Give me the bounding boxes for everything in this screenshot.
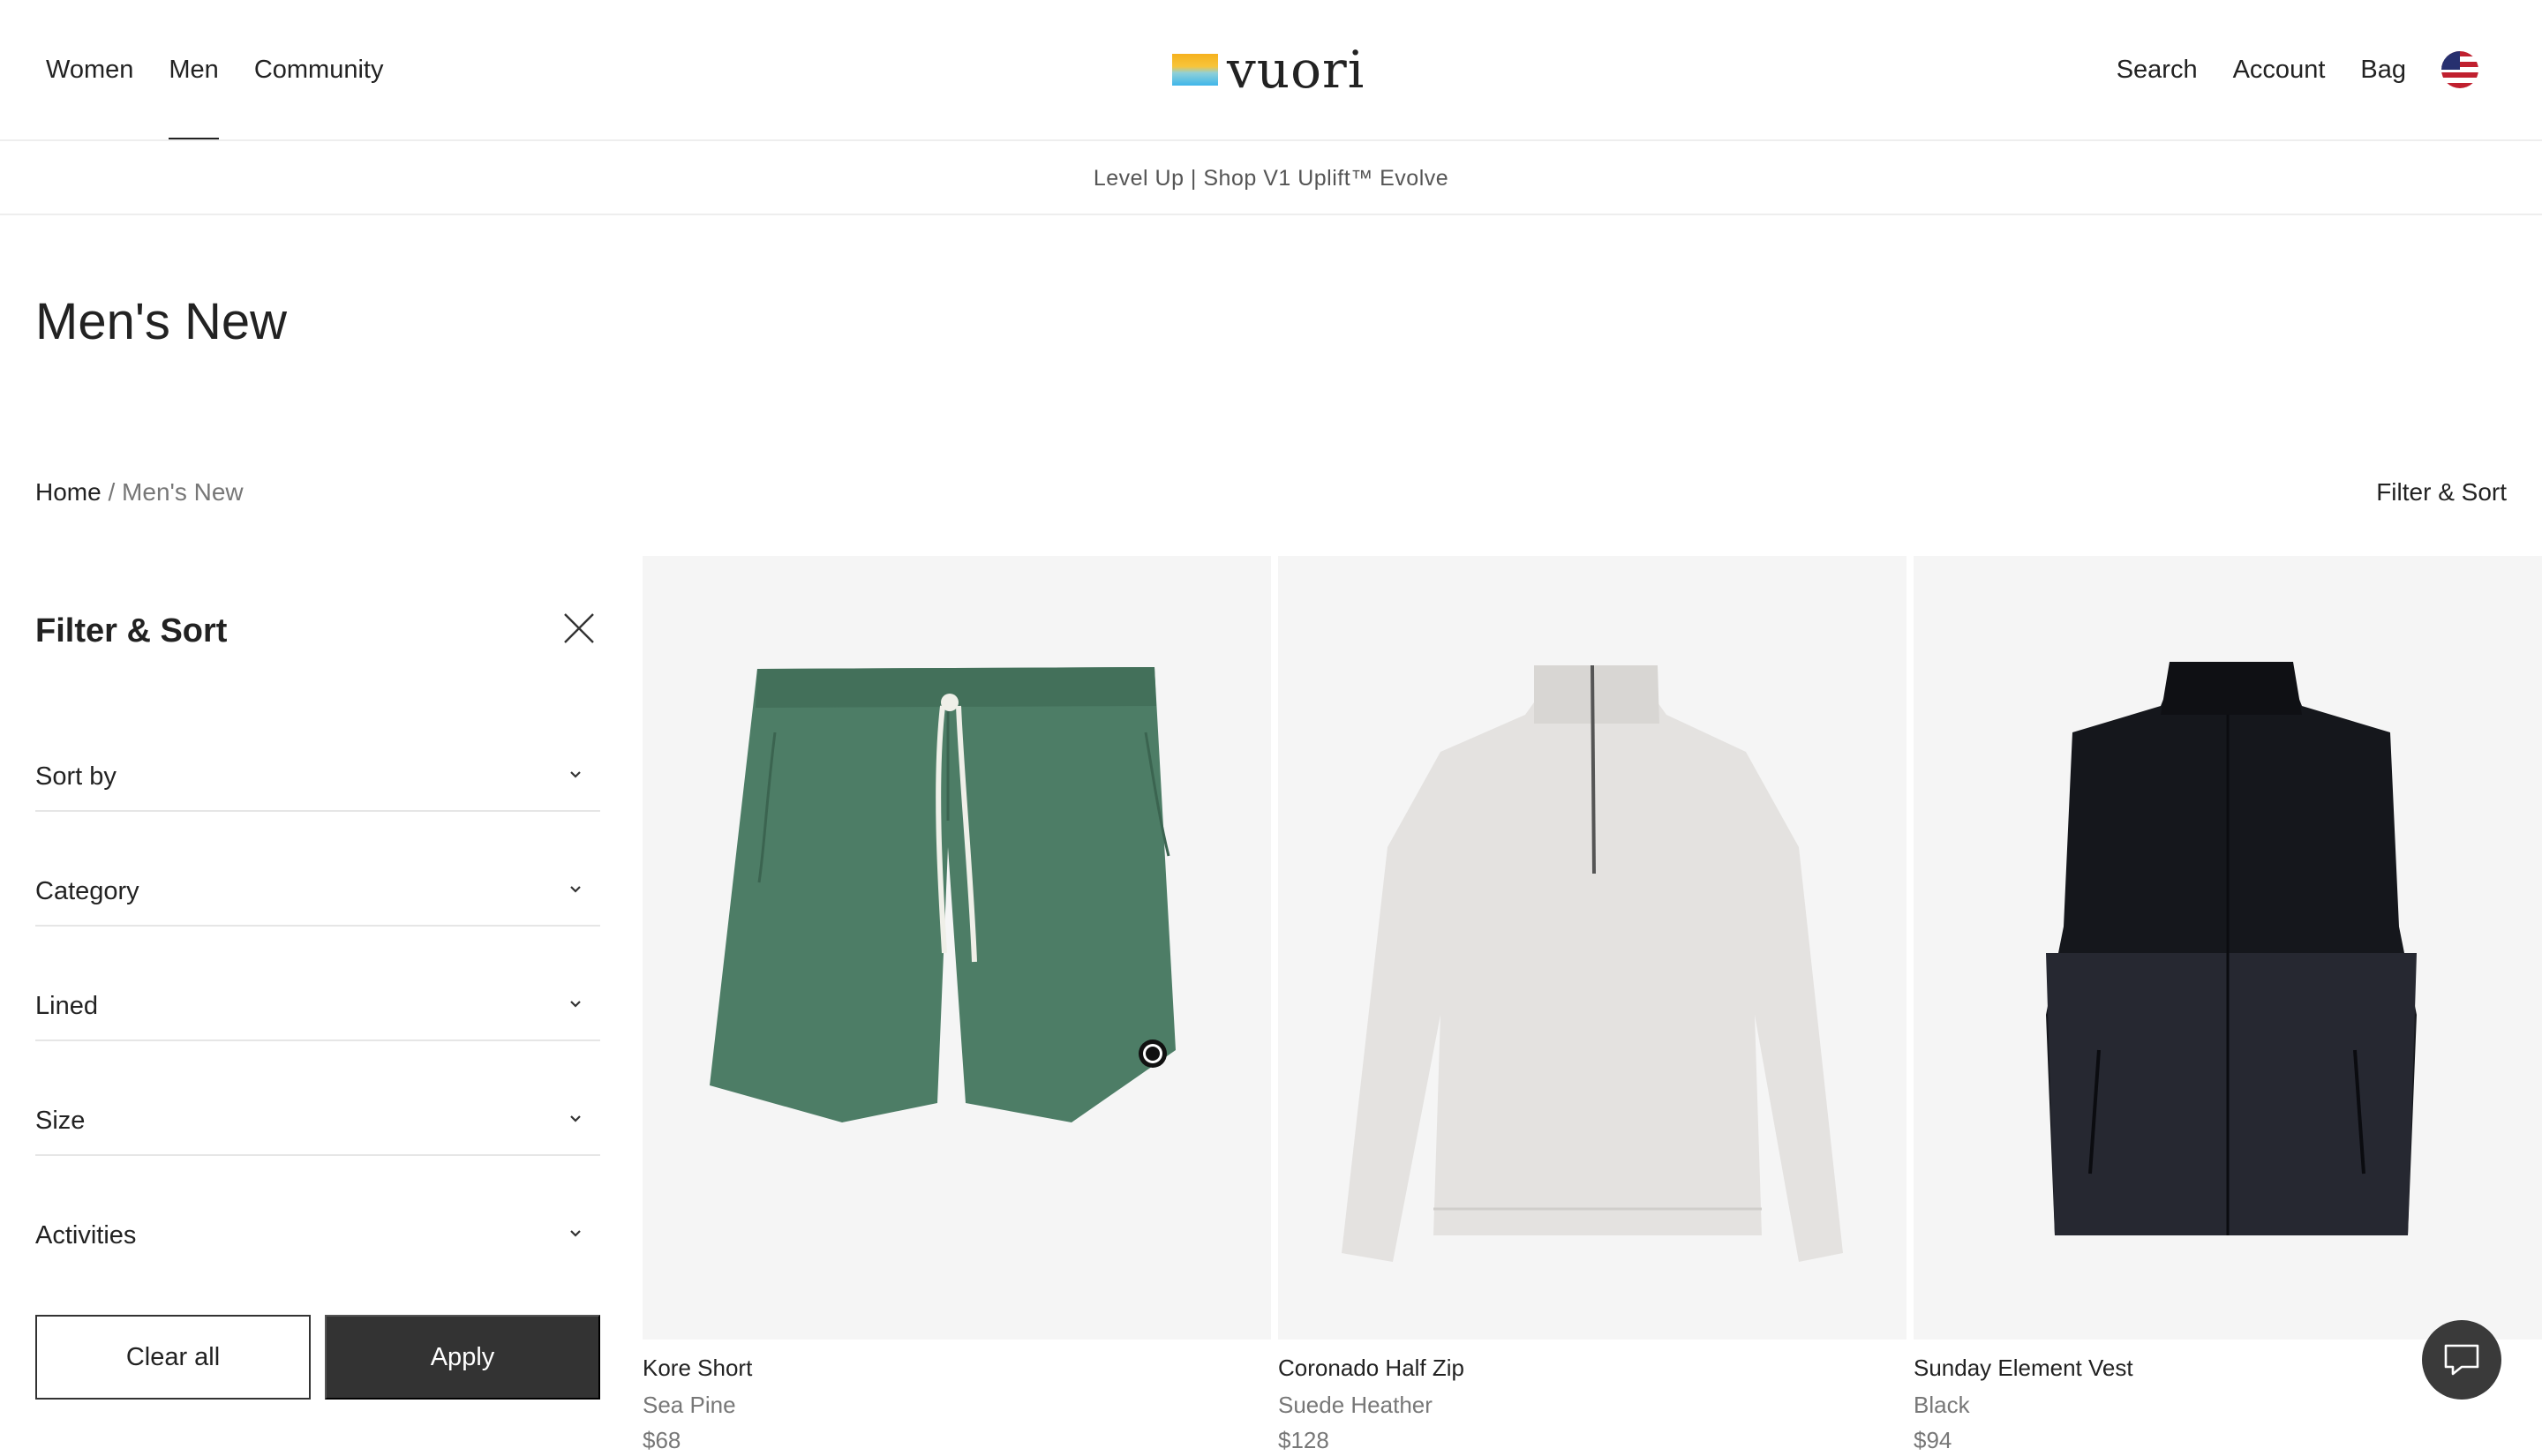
brand-logo[interactable]: vuori xyxy=(1172,44,1365,95)
page-title: Men's New xyxy=(35,293,288,350)
primary-nav: Women Men Community xyxy=(46,51,384,139)
promo-text[interactable]: Level Up | Shop V1 Uplift™ Evolve xyxy=(1094,166,1448,191)
shorts-illustration xyxy=(710,667,1176,1122)
close-icon[interactable] xyxy=(561,611,597,646)
bag-link[interactable]: Bag xyxy=(2360,51,2406,88)
chat-button[interactable] xyxy=(2422,1320,2501,1400)
product-price: $94 xyxy=(1914,1427,1952,1453)
chat-icon xyxy=(2444,1344,2479,1376)
filter-group-label: Size xyxy=(35,1107,86,1135)
breadcrumb-home[interactable]: Home xyxy=(35,478,102,506)
filter-group-category[interactable]: Category xyxy=(35,812,600,927)
product-color: Sea Pine xyxy=(643,1392,736,1418)
filter-group-lined[interactable]: Lined xyxy=(35,927,600,1041)
product-price: $68 xyxy=(643,1427,681,1453)
product-card-coronado-half-zip[interactable]: Coronado Half Zip Suede Heather $128 xyxy=(1278,556,1906,1456)
filter-group-label: Activities xyxy=(35,1221,137,1250)
product-color: Suede Heather xyxy=(1278,1392,1433,1418)
promo-banner[interactable]: Level Up | Shop V1 Uplift™ Evolve xyxy=(0,143,2542,215)
logo-gradient-mark xyxy=(1172,54,1218,86)
product-price: $128 xyxy=(1278,1427,1329,1453)
product-name[interactable]: Coronado Half Zip xyxy=(1278,1352,1906,1384)
filter-group-sort-by[interactable]: Sort by xyxy=(35,697,600,812)
filter-panel: Filter & Sort Sort by Category Lined Siz… xyxy=(35,556,600,1435)
filter-group-activities[interactable]: Activities xyxy=(35,1156,600,1271)
chevron-down-icon xyxy=(570,1230,581,1237)
chevron-down-icon xyxy=(570,1001,581,1008)
account-link[interactable]: Account xyxy=(2233,51,2326,88)
nav-men[interactable]: Men xyxy=(169,51,220,139)
apply-button[interactable]: Apply xyxy=(325,1315,600,1400)
vest-illustration xyxy=(2046,662,2417,1235)
chevron-down-icon xyxy=(570,1115,581,1122)
product-image[interactable] xyxy=(643,556,1271,1340)
chevron-down-icon xyxy=(570,886,581,893)
nav-women[interactable]: Women xyxy=(46,51,133,88)
search-link[interactable]: Search xyxy=(2117,51,2198,88)
us-flag-icon[interactable] xyxy=(2441,51,2478,88)
filter-group-size[interactable]: Size xyxy=(35,1041,600,1156)
product-image[interactable] xyxy=(1278,556,1906,1340)
breadcrumb: Home / Men's New xyxy=(35,475,244,510)
site-header: Women Men Community vuori Search Account… xyxy=(0,0,2542,141)
product-name[interactable]: Kore Short xyxy=(643,1352,1271,1384)
product-card-kore-short[interactable]: Kore Short Sea Pine $68 xyxy=(643,556,1271,1456)
product-image[interactable] xyxy=(1914,556,2542,1340)
product-card-sunday-element-vest[interactable]: Sunday Element Vest Black $94 xyxy=(1914,556,2542,1456)
filter-group-label: Category xyxy=(35,877,139,905)
nav-community[interactable]: Community xyxy=(254,51,384,88)
filter-group-label: Sort by xyxy=(35,762,117,791)
filter-group-label: Lined xyxy=(35,992,98,1020)
filter-sort-toggle[interactable]: Filter & Sort xyxy=(2376,475,2507,510)
utility-nav: Search Account Bag xyxy=(2117,51,2478,88)
clear-all-button[interactable]: Clear all xyxy=(35,1315,311,1400)
half-zip-illustration xyxy=(1342,664,1843,1262)
breadcrumb-current: Men's New xyxy=(122,478,244,506)
chevron-down-icon xyxy=(570,771,581,778)
breadcrumb-separator: / xyxy=(108,478,116,506)
logo-wordmark: vuori xyxy=(1227,40,1365,100)
filter-panel-title: Filter & Sort xyxy=(35,612,228,649)
